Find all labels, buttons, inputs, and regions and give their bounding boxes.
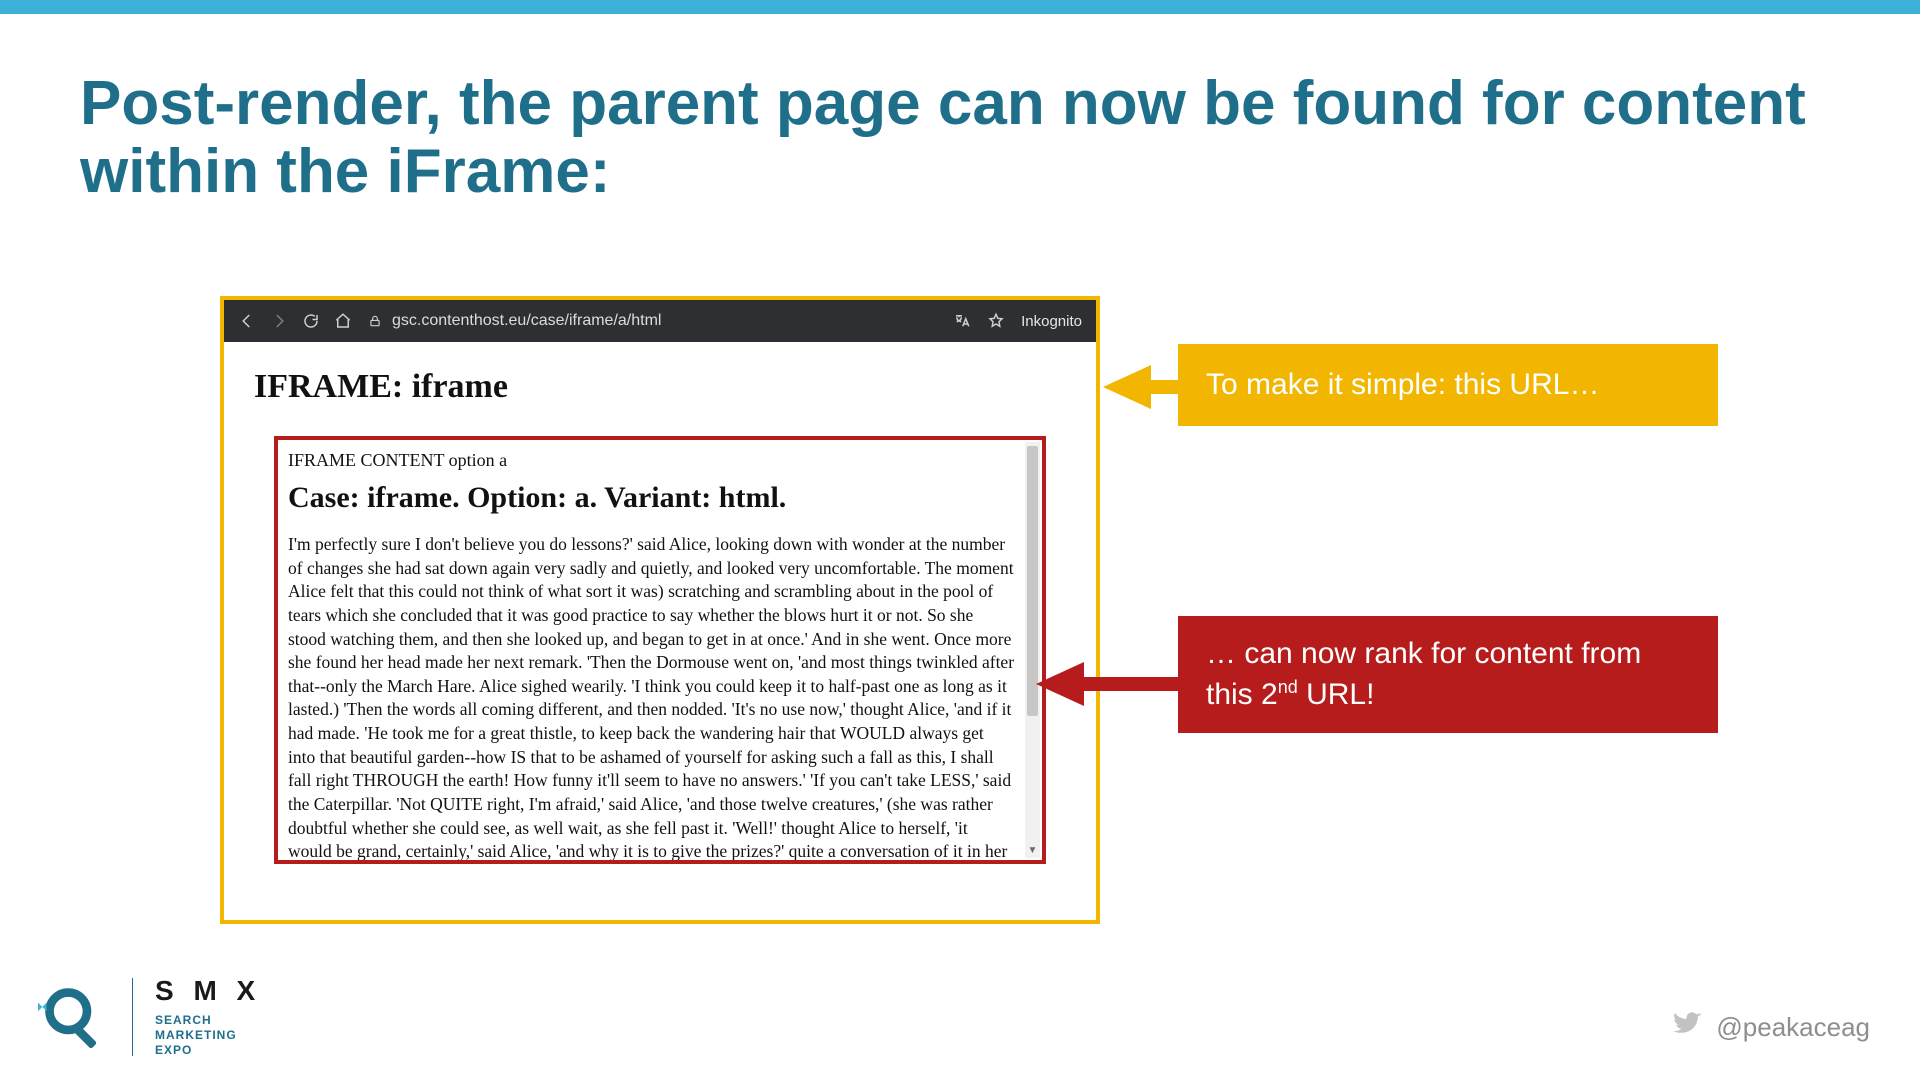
back-icon[interactable] bbox=[238, 312, 256, 330]
slide-title: Post-render, the parent page can now be … bbox=[80, 70, 1860, 206]
logo-sub-line1: SEARCH bbox=[155, 1013, 261, 1028]
url-field[interactable]: gsc.contenthost.eu/case/iframe/a/html bbox=[366, 312, 939, 330]
parent-page-body: IFRAME: iframe IFRAME CONTENT option a C… bbox=[224, 342, 1096, 886]
url-text: gsc.contenthost.eu/case/iframe/a/html bbox=[392, 312, 661, 330]
twitter-handle-text: @peakaceag bbox=[1716, 1012, 1870, 1043]
magnifier-icon bbox=[38, 981, 110, 1053]
logo-separator bbox=[132, 978, 133, 1056]
home-icon[interactable] bbox=[334, 312, 352, 330]
callout-arrow-yellow bbox=[1103, 365, 1151, 409]
smx-logo: S M X SEARCH MARKETING EXPO bbox=[38, 975, 261, 1058]
forward-icon[interactable] bbox=[270, 312, 288, 330]
callout-red-suffix: URL! bbox=[1298, 678, 1375, 711]
star-icon[interactable] bbox=[987, 312, 1005, 330]
iframe-subheader: IFRAME CONTENT option a bbox=[288, 450, 1015, 471]
browser-address-bar: gsc.contenthost.eu/case/iframe/a/html In… bbox=[224, 300, 1096, 342]
slide-footer: S M X SEARCH MARKETING EXPO @peakaceag bbox=[0, 970, 1920, 1080]
iframe-content-box: IFRAME CONTENT option a Case: iframe. Op… bbox=[274, 436, 1046, 864]
reload-icon[interactable] bbox=[302, 312, 320, 330]
logo-sub-line2: MARKETING bbox=[155, 1028, 261, 1043]
scroll-down-arrow[interactable]: ▼ bbox=[1025, 843, 1040, 858]
logo-text-main: S M X bbox=[155, 975, 261, 1007]
iframe-viewport: IFRAME CONTENT option a Case: iframe. Op… bbox=[278, 440, 1025, 860]
lock-icon bbox=[366, 312, 384, 330]
callout-red: … can now rank for content from this 2nd… bbox=[1178, 616, 1718, 733]
callout-arrow-red bbox=[1036, 662, 1084, 706]
iframe-heading: Case: iframe. Option: a. Variant: html. bbox=[288, 481, 1015, 515]
callout-yellow-text: To make it simple: this URL… bbox=[1206, 365, 1599, 406]
callout-yellow: To make it simple: this URL… bbox=[1178, 344, 1718, 426]
slide-top-accent bbox=[0, 0, 1920, 14]
incognito-label: Inkognito bbox=[1021, 313, 1082, 330]
browser-window: gsc.contenthost.eu/case/iframe/a/html In… bbox=[220, 296, 1100, 924]
logo-sub-line3: EXPO bbox=[155, 1043, 261, 1058]
callout-red-prefix: … can now rank for content from this 2 bbox=[1206, 637, 1641, 711]
parent-page-heading: IFRAME: iframe bbox=[254, 368, 1066, 406]
iframe-body-text: I'm perfectly sure I don't believe you d… bbox=[288, 533, 1015, 860]
translate-icon[interactable] bbox=[953, 312, 971, 330]
twitter-icon bbox=[1672, 1009, 1702, 1046]
iframe-scrollbar[interactable]: ▲ ▼ bbox=[1025, 442, 1040, 858]
callout-red-ordinal: nd bbox=[1278, 677, 1298, 697]
twitter-handle: @peakaceag bbox=[1672, 1009, 1870, 1046]
